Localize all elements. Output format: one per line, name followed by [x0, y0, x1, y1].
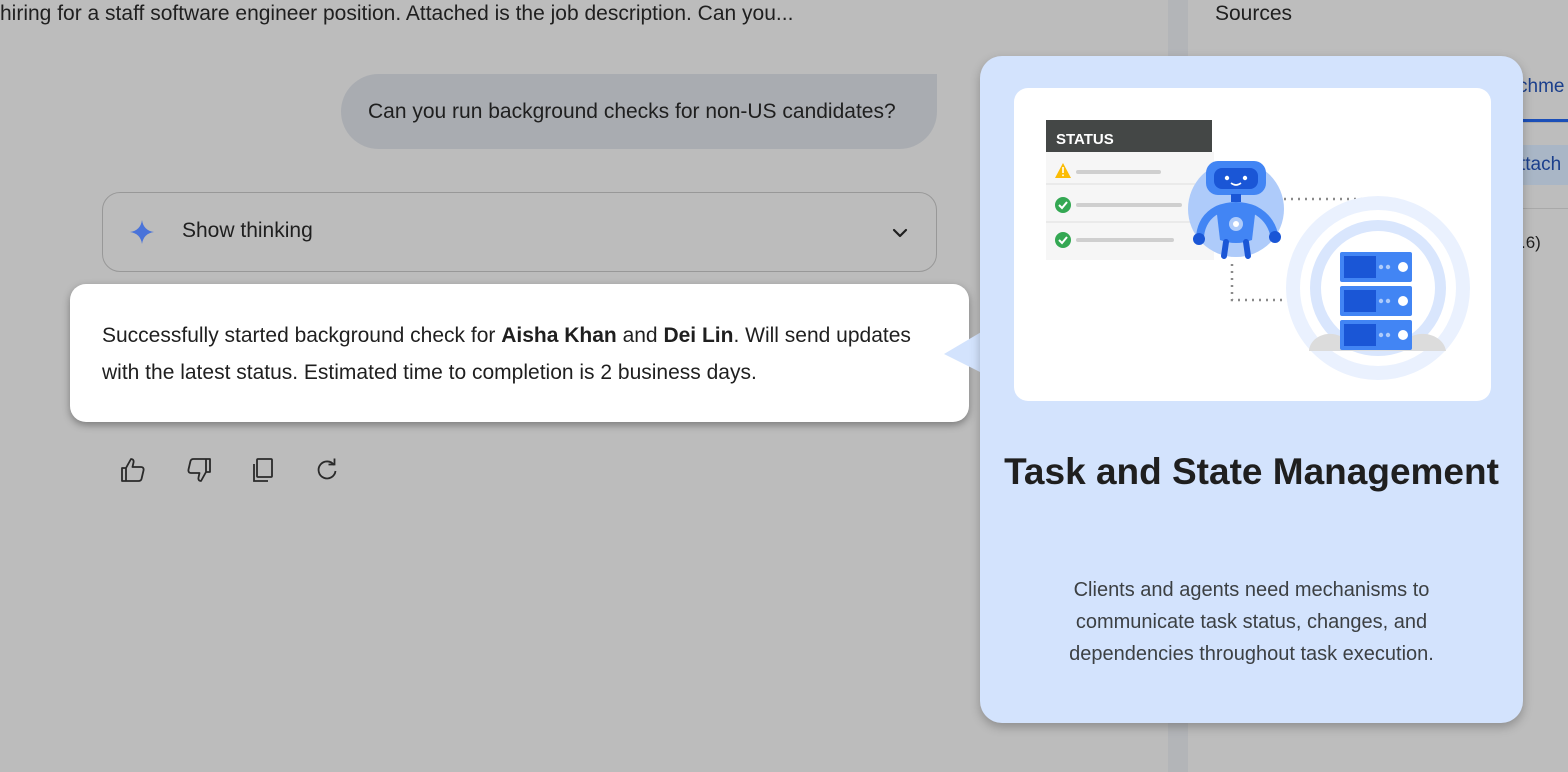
task-status-illustration: STATUS: [1014, 88, 1491, 401]
show-thinking-toggle[interactable]: Show thinking: [102, 192, 937, 272]
previous-user-prompt: hiring for a staff software engineer pos…: [0, 2, 794, 25]
sparkle-icon: [129, 219, 155, 245]
user-message-text: Can you run background checks for non-US…: [368, 100, 896, 123]
chevron-down-icon[interactable]: [889, 222, 911, 244]
refresh-icon[interactable]: [312, 455, 344, 487]
thumbs-down-icon[interactable]: [184, 455, 216, 487]
tab-attachments[interactable]: chme: [1518, 76, 1564, 98]
show-thinking-label: Show thinking: [182, 219, 313, 242]
response-text-part1: Successfully started background check fo…: [102, 324, 502, 347]
status-header: STATUS: [1056, 131, 1114, 148]
feature-description: Clients and agents need mechanisms to co…: [1069, 579, 1434, 665]
sources-title: Sources: [1215, 2, 1293, 25]
user-message-bubble: Can you run background checks for non-US…: [341, 74, 937, 149]
thumbs-up-icon[interactable]: [118, 455, 150, 487]
feature-card: STATUS Task and State Management Clients…: [980, 56, 1523, 723]
source-count: .6): [1521, 233, 1541, 252]
response-text-part2: and: [616, 324, 664, 347]
copy-icon[interactable]: [248, 455, 280, 487]
candidate-name-1: Aisha Khan: [501, 324, 617, 347]
candidate-name-2: Dei Lin: [663, 324, 734, 347]
attachment-chip[interactable]: ttach: [1518, 145, 1568, 185]
feature-title: Task and State Management: [1004, 451, 1499, 492]
assistant-response: Successfully started background check fo…: [70, 284, 969, 422]
